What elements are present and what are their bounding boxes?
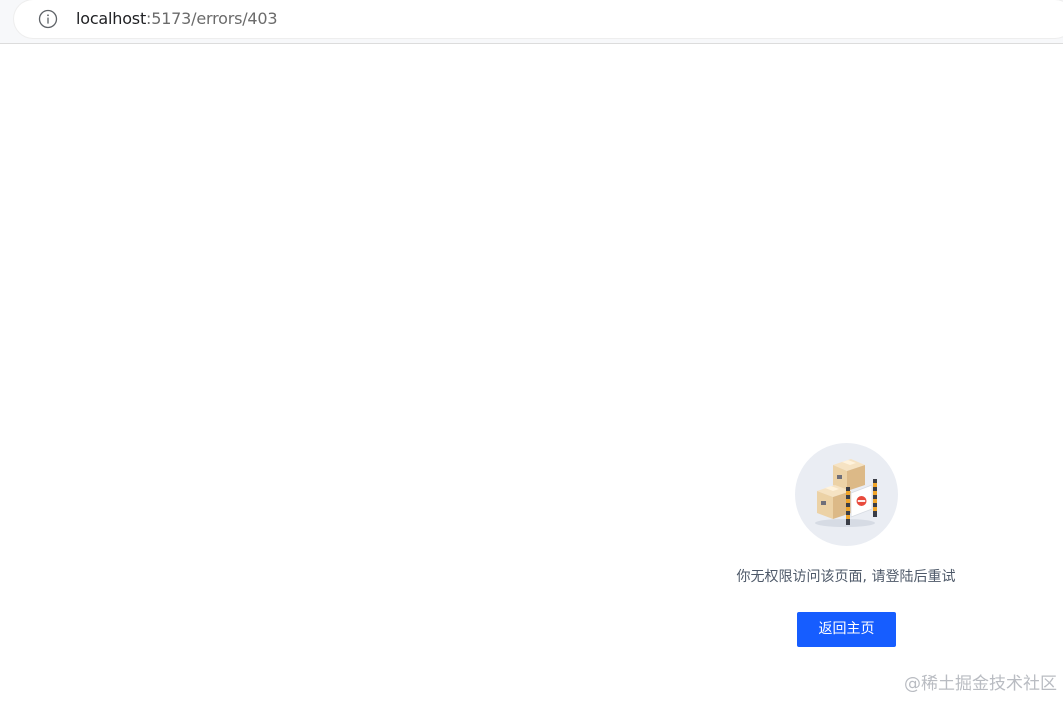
back-home-button[interactable]: 返回主页 <box>797 612 896 647</box>
url-text[interactable]: localhost:5173/errors/403 <box>76 9 278 29</box>
address-bar[interactable]: localhost:5173/errors/403 <box>14 0 1063 38</box>
url-path: :5173/errors/403 <box>146 9 278 28</box>
boxes-barrier-403-icon <box>795 443 898 546</box>
url-host: localhost <box>76 9 147 28</box>
info-circle-icon[interactable] <box>38 9 58 29</box>
error-message: 你无权限访问该页面, 请登陆后重试 <box>736 569 956 585</box>
page: localhost:5173/errors/403 你无权限访问该页面, 请登陆… <box>0 0 1063 701</box>
watermark: @稀土掘金技术社区 <box>904 674 1057 694</box>
browser-toolbar: localhost:5173/errors/403 <box>0 0 1063 44</box>
